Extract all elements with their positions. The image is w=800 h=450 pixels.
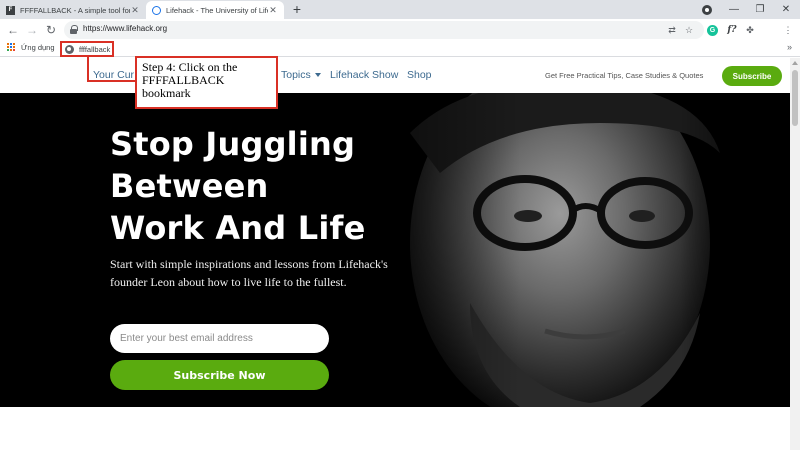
tab-ffffallback[interactable]: F FFFFALLBACK - A simple tool for ✕ [0,1,146,19]
address-bar[interactable]: https://www.lifehack.org ⇄ ☆ [64,21,704,39]
hero-section: Stop Juggling Between Work And Life Star… [0,93,790,407]
header-subscribe-button[interactable]: Subscribe [722,66,782,86]
hero-title-line: Between [110,167,269,205]
bookmark-ffffallback[interactable]: ffffallback [60,41,114,57]
maximize-button[interactable]: ❐ [746,0,774,19]
annotation-callout: Step 4: Click on the FFFFALLBACK bookmar… [135,56,278,109]
nav-topics[interactable]: Topics [281,69,321,81]
apps-label: Ứng dụng [21,43,55,52]
profile-icon[interactable] [702,5,712,15]
new-tab-button[interactable]: + [289,1,305,18]
apps-shortcut[interactable]: Ứng dụng [7,43,55,52]
subscribe-now-button[interactable]: Subscribe Now [110,360,329,390]
nav-topics-label: Topics [281,69,311,81]
nav-lifehack-show[interactable]: Lifehack Show [330,69,398,81]
translate-icon[interactable]: ⇄ [665,24,679,36]
grammarly-icon[interactable]: G [707,25,718,36]
page-scrollbar[interactable] [790,58,800,450]
url-text[interactable]: https://www.lifehack.org [83,24,167,33]
scrollbar-thumb[interactable] [792,70,798,126]
tab-close-icon[interactable]: ✕ [268,5,278,16]
scroll-up-arrow-icon[interactable] [792,61,798,65]
header-tagline: Get Free Practical Tips, Case Studies & … [545,71,704,80]
email-field[interactable] [110,324,329,353]
lock-icon[interactable] [70,25,78,34]
reload-button[interactable]: ↻ [43,22,59,38]
tab-close-icon[interactable]: ✕ [130,5,140,16]
apps-grid-icon [7,43,16,52]
callout-connector [87,80,137,82]
tab-lifehack[interactable]: Lifehack - The University of Life ✕ [146,1,284,19]
callout-connector [87,57,89,81]
close-window-button[interactable]: ✕ [772,0,800,19]
hero-title: Stop Juggling Between Work And Life [110,123,430,249]
globe-icon [65,44,74,54]
back-button[interactable]: ← [5,22,21,38]
browser-toolbar: ← → ↻ https://www.lifehack.org ⇄ ☆ G f? … [0,19,800,41]
site-header: Your Cur Topics Lifehack Show Shop Get F… [0,58,790,93]
lifehack-favicon-icon [152,5,161,15]
menu-icon[interactable]: ⋮ [781,23,795,37]
nav-shop[interactable]: Shop [407,69,432,81]
bookmarks-overflow-icon[interactable]: » [787,42,792,52]
hero-title-line: Stop Juggling [110,125,356,163]
puzzle-icon[interactable]: ✤ [743,23,757,37]
hero-title-line: Work And Life [110,209,366,247]
forward-button[interactable]: → [24,22,40,38]
minimize-button[interactable]: — [720,0,748,19]
hero-description: Start with simple inspirations and lesso… [110,257,388,289]
star-icon[interactable]: ☆ [682,24,696,36]
f-extension-icon[interactable]: f? [725,23,739,37]
tab-title: FFFFALLBACK - A simple tool for [20,5,130,15]
ffffallback-favicon-icon: F [6,5,15,15]
page-viewport: Your Cur Topics Lifehack Show Shop Get F… [0,58,790,450]
chevron-down-icon [314,73,321,78]
tab-title: Lifehack - The University of Life [166,5,268,15]
bookmark-label: ffffallback [79,44,111,54]
tab-strip: F FFFFALLBACK - A simple tool for ✕ Life… [0,0,800,19]
bookmarks-bar: Ứng dụng ffffallback » [0,41,800,57]
